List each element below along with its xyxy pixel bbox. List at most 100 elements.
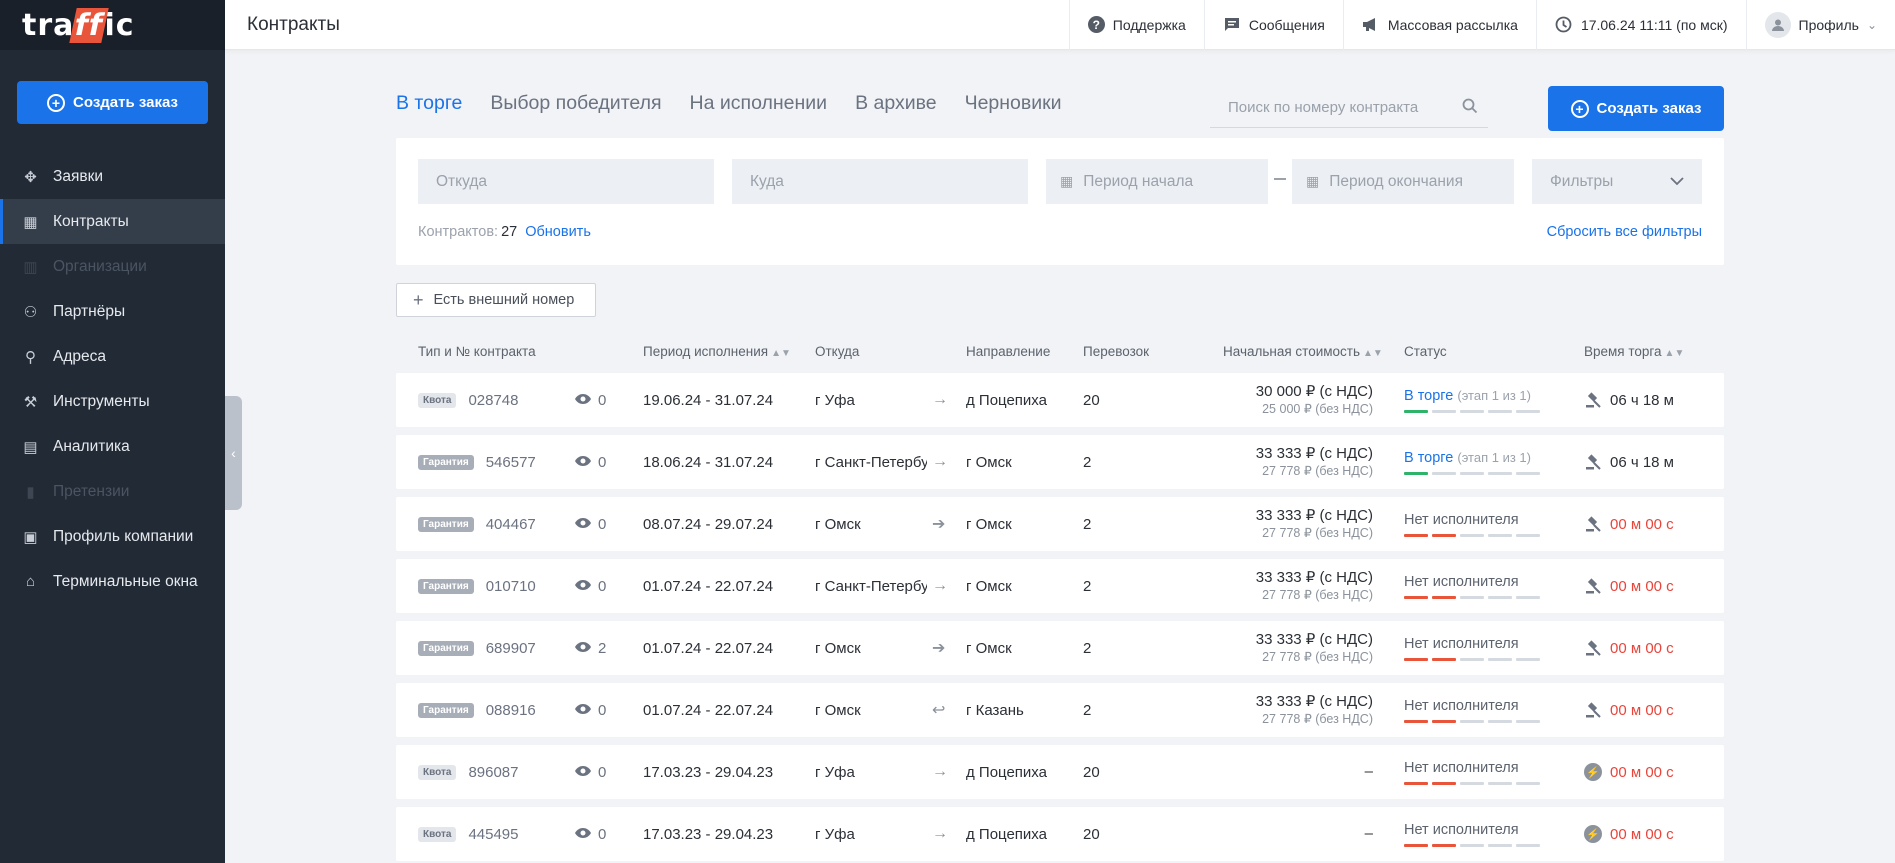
col-period[interactable]: Период исполнения ▲▼: [643, 344, 791, 359]
trips-count: 2: [1083, 453, 1092, 471]
table-row[interactable]: Гарантия 404467 0 08.07.24 - 29.07.24 г …: [396, 497, 1724, 551]
search-icon[interactable]: [1462, 98, 1478, 118]
views-count: 0: [598, 763, 607, 781]
sidebar-item-9[interactable]: ⌂ Терминальные окна: [0, 559, 225, 604]
views: 0: [574, 807, 624, 861]
from-city: г Санкт-Петербург: [815, 453, 927, 471]
contract-number[interactable]: 028748: [468, 392, 518, 409]
col-time[interactable]: Время торга ▲▼: [1584, 344, 1684, 359]
profile-menu[interactable]: Профиль ⌄: [1745, 0, 1895, 50]
calendar-icon: ▦: [23, 213, 38, 231]
sidebar-item-5[interactable]: ⚒ Инструменты: [0, 379, 225, 424]
tab-4[interactable]: Черновики: [965, 92, 1062, 115]
cost-without-vat: 27 778 ₽ (без НДС): [1262, 650, 1373, 664]
message-icon: [1223, 16, 1241, 34]
sidebar-item-0[interactable]: ✥ Заявки: [0, 154, 225, 199]
col-cost[interactable]: Начальная стоимость ▲▼: [1223, 344, 1383, 359]
sidebar-create-order-button[interactable]: + Создать заказ: [17, 81, 208, 124]
trips-count: 2: [1083, 515, 1092, 533]
to-city: г Омск: [966, 515, 1012, 533]
cost-without-vat: 27 778 ₽ (без НДС): [1262, 464, 1373, 478]
time-remaining: 00 м 00 с: [1610, 763, 1674, 781]
create-order-label: Создать заказ: [1596, 100, 1702, 117]
sidebar-collapse-handle[interactable]: ‹: [225, 396, 242, 510]
table-row[interactable]: Гарантия 546577 0 18.06.24 - 31.07.24 г …: [396, 435, 1724, 489]
table-row[interactable]: Гарантия 010710 0 01.07.24 - 22.07.24 г …: [396, 559, 1724, 613]
contract-number[interactable]: 088916: [486, 702, 536, 719]
table-row[interactable]: Гарантия 088916 0 01.07.24 - 22.07.24 г …: [396, 683, 1724, 737]
tab-2[interactable]: На исполнении: [690, 92, 828, 115]
status-progress: [1404, 719, 1540, 723]
to-filter-input[interactable]: Куда: [732, 159, 1028, 204]
external-number-button[interactable]: + Есть внешний номер: [396, 283, 596, 317]
initial-cost: –: [1186, 745, 1373, 799]
building-icon: ▥: [23, 258, 38, 276]
table-row[interactable]: Квота 028748 0 19.06.24 - 31.07.24 г Уфа…: [396, 373, 1724, 427]
progress-segment: [1516, 471, 1540, 475]
refresh-link[interactable]: Обновить: [525, 224, 591, 240]
tab-3[interactable]: В архиве: [855, 92, 937, 115]
progress-segment: [1460, 471, 1484, 475]
from-city: г Омск: [815, 639, 861, 657]
period-end-input[interactable]: ▦ Период окончания: [1292, 159, 1514, 204]
chart-icon: ▤: [23, 438, 38, 456]
support-link[interactable]: ? Поддержка: [1068, 0, 1204, 50]
col-status-label: Статус: [1404, 344, 1447, 359]
tools-icon: ⚒: [23, 393, 38, 411]
from-city: г Уфа: [815, 825, 855, 843]
period: 01.07.24 - 22.07.24: [643, 701, 774, 719]
contract-search-input[interactable]: Поиск по номеру контракта: [1210, 88, 1488, 128]
sidebar-item-6[interactable]: ▤ Аналитика: [0, 424, 225, 469]
status: Нет исполнителя: [1404, 621, 1574, 675]
messages-link[interactable]: Сообщения: [1203, 0, 1343, 50]
contract-number[interactable]: 689907: [486, 640, 536, 657]
status-text: Нет исполнителя: [1404, 512, 1519, 528]
sidebar-item-1[interactable]: ▦ Контракты: [0, 199, 225, 244]
bidding-time: 00 м 00 с: [1584, 621, 1714, 675]
status-progress: [1404, 657, 1540, 661]
sidebar-item-2: ▥ Организации: [0, 244, 225, 289]
calendar-icon: ▦: [1060, 173, 1074, 189]
progress-segment: [1432, 471, 1456, 475]
sidebar-item-3[interactable]: ⚇ Партнёры: [0, 289, 225, 334]
progress-segment: [1516, 657, 1540, 661]
status-stage: (этап 1 из 1): [1457, 449, 1531, 465]
from-filter-input[interactable]: Откуда: [418, 159, 714, 204]
from-city: г Уфа: [815, 391, 855, 409]
table-row[interactable]: Гарантия 689907 2 01.07.24 - 22.07.24 г …: [396, 621, 1724, 675]
eye-icon: [574, 702, 592, 719]
return-icon: ↩: [932, 702, 946, 719]
create-order-button[interactable]: + Создать заказ: [1548, 86, 1724, 131]
time-remaining: 00 м 00 с: [1610, 577, 1674, 595]
mass-mailing-link[interactable]: Массовая рассылка: [1342, 0, 1536, 50]
logo[interactable]: traffic: [0, 0, 225, 50]
contract-number[interactable]: 010710: [486, 578, 536, 595]
status-text: Нет исполнителя: [1404, 698, 1519, 714]
sidebar-item-4[interactable]: ⚲ Адреса: [0, 334, 225, 379]
status-label: Нет исполнителя: [1404, 635, 1519, 652]
tab-1[interactable]: Выбор победителя: [490, 92, 661, 115]
chevron-down-icon: ⌄: [1866, 17, 1877, 32]
contract-number[interactable]: 896087: [468, 764, 518, 781]
progress-segment: [1488, 595, 1512, 599]
views: 0: [574, 435, 624, 489]
period: 01.07.24 - 22.07.24: [643, 577, 774, 595]
reset-filters-link[interactable]: Сбросить все фильтры: [1547, 224, 1702, 240]
period-start-input[interactable]: ▦ Период начала: [1046, 159, 1268, 204]
sidebar-item-8[interactable]: ▣ Профиль компании: [0, 514, 225, 559]
chevron-down-icon: [1670, 173, 1684, 191]
table-row[interactable]: Квота 896087 0 17.03.23 - 29.04.23 г Уфа…: [396, 745, 1724, 799]
sort-icon: ▲▼: [1363, 348, 1383, 359]
views-count: 0: [598, 825, 607, 843]
eye-icon: [574, 764, 592, 781]
cost-with-vat: –: [1364, 763, 1373, 780]
contract-number[interactable]: 445495: [468, 826, 518, 843]
table-row[interactable]: Квота 445495 0 17.03.23 - 29.04.23 г Уфа…: [396, 807, 1724, 861]
col-period-label: Период исполнения: [643, 344, 769, 359]
contract-number[interactable]: 546577: [486, 454, 536, 471]
tab-0[interactable]: В торге: [396, 92, 462, 115]
filters-dropdown[interactable]: Фильтры: [1532, 159, 1702, 204]
to-city: г Омск: [966, 577, 1012, 595]
contract-number[interactable]: 404467: [486, 516, 536, 533]
location-person-icon: ⚲: [25, 348, 36, 366]
